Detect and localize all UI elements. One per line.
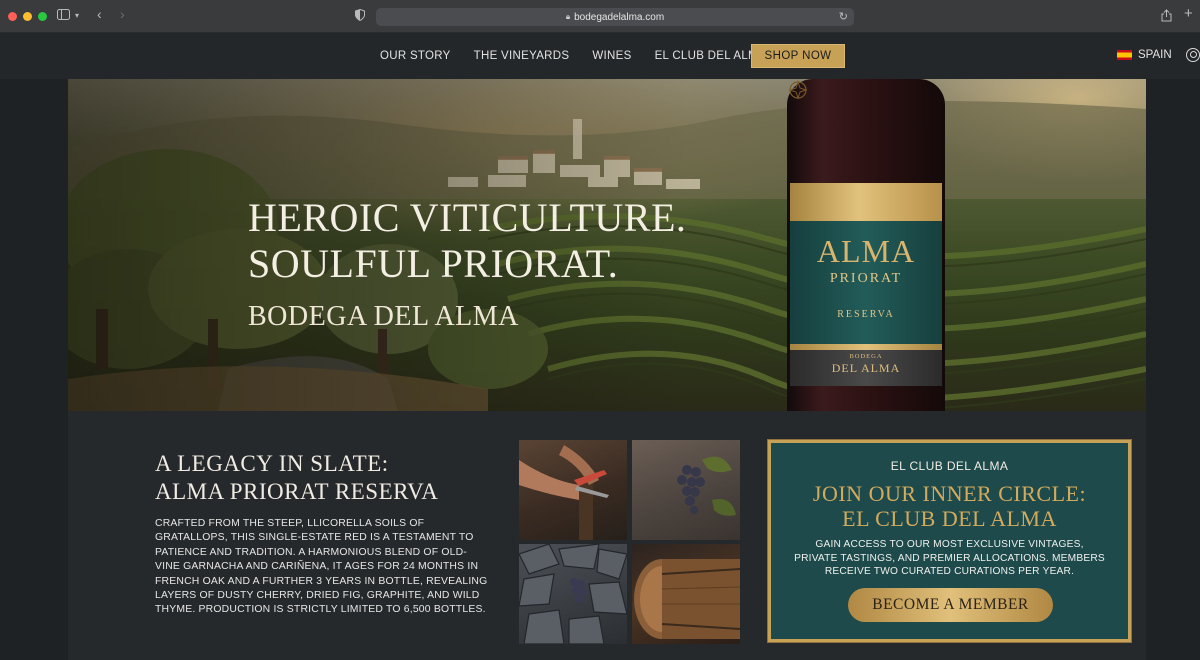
share-icon[interactable] <box>1161 9 1172 25</box>
back-icon[interactable]: ‹ <box>97 7 102 21</box>
club-heading-line2: EL CLUB DEL ALMA <box>842 506 1057 531</box>
club-heading-line1: JOIN OUR INNER CIRCLE: <box>812 481 1087 506</box>
address-bar[interactable]: 🔒︎ bodegadelalma.com ↻ <box>376 8 854 26</box>
bottle-producer-small: BODEGA <box>849 353 883 360</box>
hero-banner: HEROIC VITICULTURE. SOULFUL PRIORAT. BOD… <box>68 79 1146 411</box>
shop-now-button[interactable]: SHOP NOW <box>751 44 845 68</box>
hero-headline: HEROIC VITICULTURE. SOULFUL PRIORAT. <box>248 195 686 287</box>
nav-link-wines[interactable]: WINES <box>592 50 631 62</box>
bottle-region: PRIORAT <box>829 271 903 286</box>
legacy-heading-line1: A LEGACY IN SLATE: <box>155 451 389 476</box>
hero-headline-line1: HEROIC VITICULTURE. <box>248 195 687 240</box>
browser-toolbar: ▾ ‹ › 🔒︎ bodegadelalma.com ↻ + <box>0 0 1200 33</box>
lock-icon: 🔒︎ <box>565 12 571 21</box>
club-heading: JOIN OUR INNER CIRCLE: EL CLUB DEL ALMA <box>771 481 1128 531</box>
site-nav: OUR STORY THE VINEYARDS WINES EL CLUB DE… <box>0 33 1200 79</box>
page-content: HEROIC VITICULTURE. SOULFUL PRIORAT. BOD… <box>68 79 1146 660</box>
sidebar-icon[interactable] <box>57 9 70 23</box>
nav-link-vineyards[interactable]: THE VINEYARDS <box>474 50 570 62</box>
bottle-brand: ALMA <box>816 233 916 269</box>
zoom-window-button[interactable] <box>38 12 47 21</box>
crest-icon <box>788 80 808 100</box>
wine-bottle-image: ALMA PRIORAT RESERVA BODEGA DEL ALMA <box>787 79 945 411</box>
account-icon[interactable] <box>1186 48 1200 62</box>
hero-subtitle: BODEGA DEL ALMA <box>248 301 519 332</box>
shield-icon[interactable] <box>355 8 365 24</box>
club-description: GAIN ACCESS TO OUR MOST EXCLUSIVE VINTAG… <box>794 539 1105 577</box>
language-label: SPAIN <box>1138 49 1172 61</box>
club-membership-card: EL CLUB DEL ALMA JOIN OUR INNER CIRCLE: … <box>767 439 1132 643</box>
become-member-button[interactable]: BECOME A MEMBER <box>848 588 1053 622</box>
hero-headline-line2: SOULFUL PRIORAT. <box>248 241 619 286</box>
nav-link-club[interactable]: EL CLUB DEL ALMA <box>655 50 766 62</box>
legacy-heading: A LEGACY IN SLATE: ALMA PRIORAT RESERVA <box>155 450 438 506</box>
reload-icon[interactable]: ↻ <box>839 10 848 23</box>
legacy-heading-line2: ALMA PRIORAT RESERVA <box>155 479 439 504</box>
club-kicker: EL CLUB DEL ALMA <box>890 459 1009 473</box>
bottle-grade: RESERVA <box>837 309 895 320</box>
new-tab-icon[interactable]: + <box>1184 6 1193 21</box>
nav-links: OUR STORY THE VINEYARDS WINES EL CLUB DE… <box>380 33 766 79</box>
window-controls <box>8 12 47 21</box>
language-selector[interactable]: SPAIN <box>1117 49 1172 61</box>
forward-icon[interactable]: › <box>120 7 125 21</box>
oak-barrel-photo <box>632 544 740 644</box>
label-gold-band <box>790 183 942 221</box>
close-window-button[interactable] <box>8 12 17 21</box>
pruning-photo <box>519 440 627 540</box>
legacy-description: CRAFTED FROM THE STEEP, LLICORELLA SOILS… <box>155 518 488 616</box>
slate-soil-photo <box>519 544 627 644</box>
bottle-producer: DEL ALMA <box>831 361 901 375</box>
flag-spain-icon <box>1117 50 1132 60</box>
nav-link-our-story[interactable]: OUR STORY <box>380 50 451 62</box>
minimize-window-button[interactable] <box>23 12 32 21</box>
grapes-on-slate-photo <box>632 440 740 540</box>
url-text: bodegadelalma.com <box>574 11 665 23</box>
chevron-down-icon[interactable]: ▾ <box>75 9 79 23</box>
